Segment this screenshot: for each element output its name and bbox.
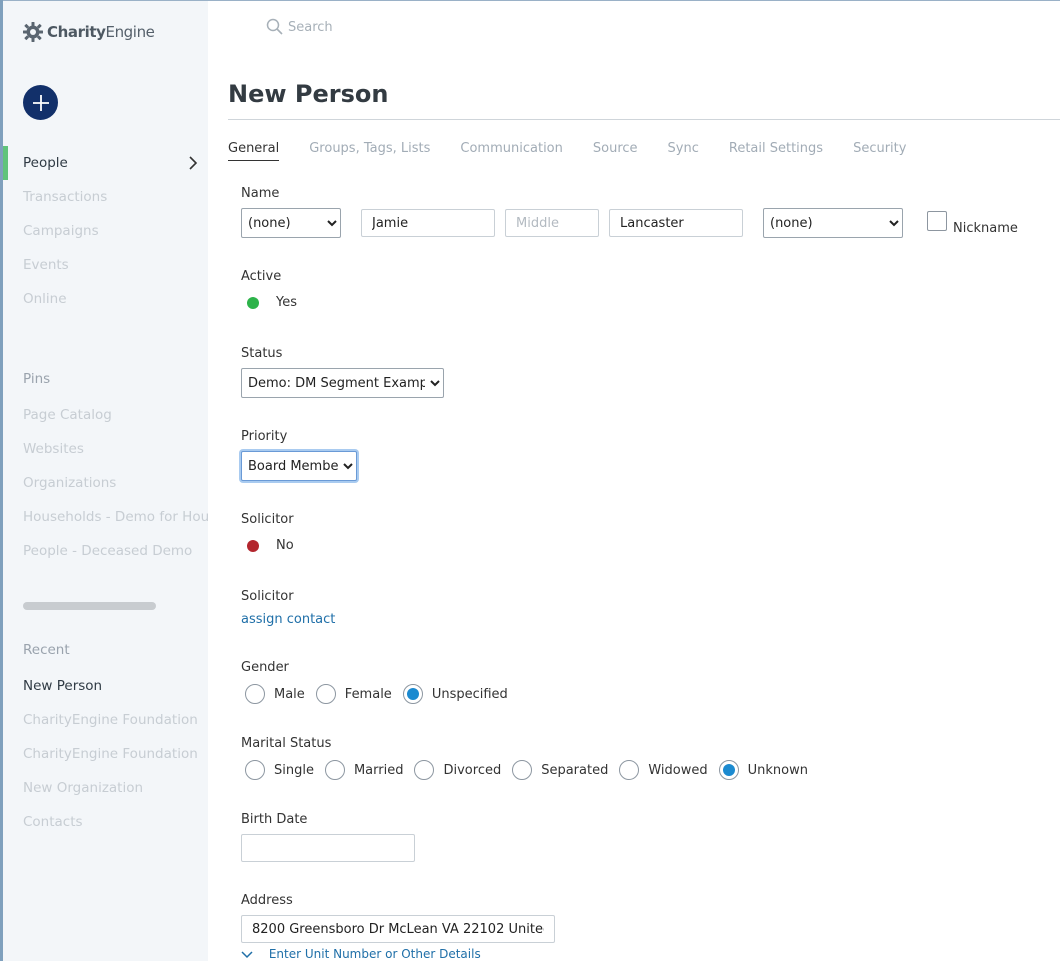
marital-option-married[interactable]: Married [324,760,404,780]
radio-label: Divorced [443,762,502,778]
global-search[interactable] [266,18,488,36]
tab-security[interactable]: Security [853,141,906,161]
tab-communication[interactable]: Communication [460,141,562,161]
solicitor-label: Solicitor [241,512,294,527]
tab-groups-tags-lists[interactable]: Groups, Tags, Lists [309,141,430,161]
nickname-label: Nickname [953,221,1018,236]
active-item-indicator [3,146,8,180]
radio-circle[interactable] [324,760,345,780]
pin-item-households[interactable]: Households - Demo for Households [23,509,208,525]
tab-source[interactable]: Source [593,141,638,161]
radio-circle[interactable] [414,760,435,780]
sidebar-item-transactions[interactable]: Transactions [23,189,107,205]
sidebar-item-campaigns[interactable]: Campaigns [23,223,99,239]
sidebar-item-people[interactable]: People [23,155,68,171]
birth-date-field[interactable] [241,834,415,862]
marital-status-label: Marital Status [241,736,332,751]
marital-radio-group: Single Married Divorced Separated Widowe… [245,760,819,780]
radio-label: Widowed [648,762,708,778]
tab-bar: General Groups, Tags, Lists Communicatio… [228,141,936,161]
expand-address-link[interactable]: Enter Unit Number or Other Details [241,947,481,961]
recent-item-contacts[interactable]: Contacts [23,814,83,830]
radio-circle[interactable] [245,760,265,780]
middle-name-field[interactable] [505,209,599,237]
recent-item-charityengine-foundation[interactable]: CharityEngine Foundation [23,712,198,728]
gender-label: Gender [241,660,289,675]
pin-item-page-catalog[interactable]: Page Catalog [23,407,112,423]
solicitor-status-dot [247,540,259,552]
first-name-field[interactable] [361,209,495,237]
brand-logo[interactable]: CharityEngine [22,21,155,43]
solicitor-value[interactable]: No [276,538,294,553]
add-new-button[interactable] [23,85,58,120]
radio-circle[interactable] [718,760,739,780]
last-name-field[interactable] [609,209,743,237]
assign-contact-link[interactable]: assign contact [241,612,335,627]
priority-label: Priority [241,429,288,444]
active-status-dot [247,297,259,309]
radio-label: Unknown [747,762,808,778]
marital-option-divorced[interactable]: Divorced [414,760,501,780]
radio-circle[interactable] [512,760,533,780]
status-select[interactable]: Demo: DM Segment Example [241,368,444,398]
radio-label: Female [344,686,392,702]
search-icon [266,18,283,35]
nickname-checkbox[interactable] [927,211,947,231]
recent-item-charityengine-foundation-2[interactable]: CharityEngine Foundation [23,746,198,762]
sidebar-item-online[interactable]: Online [23,291,67,307]
address-label: Address [241,893,293,908]
pin-item-people-deceased[interactable]: People - Deceased Demo [23,543,192,559]
marital-option-widowed[interactable]: Widowed [619,760,708,780]
name-suffix-select[interactable]: (none) [763,208,903,238]
solicitor-contact-label: Solicitor [241,589,294,604]
brand-name: CharityEngine [47,23,155,41]
marital-option-single[interactable]: Single [245,760,314,780]
recent-item-new-person[interactable]: New Person [23,678,102,694]
radio-label: Separated [541,762,609,778]
address-field[interactable] [241,915,555,943]
plus-icon [32,94,49,111]
radio-label: Male [274,686,305,702]
gender-option-unspecified[interactable]: Unspecified [402,684,508,704]
active-label: Active [241,269,282,284]
radio-circle[interactable] [619,760,640,780]
chevron-down-icon [241,950,253,958]
radio-circle[interactable] [315,684,336,704]
gender-option-male[interactable]: Male [245,684,305,704]
birth-date-label: Birth Date [241,812,308,827]
search-input[interactable] [288,19,488,35]
pins-heading: Pins [23,371,51,387]
pin-item-websites[interactable]: Websites [23,441,84,457]
page-title: New Person [228,80,389,108]
active-value[interactable]: Yes [276,295,297,310]
gender-radio-group: Male Female Unspecified [245,684,519,704]
pin-item-organizations[interactable]: Organizations [23,475,116,491]
radio-circle[interactable] [245,684,265,704]
radio-label: Single [274,762,314,778]
title-divider [228,119,1060,120]
recent-heading: Recent [23,642,70,658]
radio-label: Married [353,762,404,778]
priority-select[interactable]: Board Member [241,451,357,481]
marital-option-unknown[interactable]: Unknown [718,760,808,780]
tab-general[interactable]: General [228,141,280,161]
sidebar: CharityEngine People Transactions Campai… [3,1,208,961]
tab-sync[interactable]: Sync [668,141,699,161]
gear-logo-icon [23,22,43,42]
radio-circle[interactable] [402,684,423,704]
name-prefix-select[interactable]: (none) [241,208,341,238]
expand-address-label: Enter Unit Number or Other Details [268,947,481,961]
marital-option-separated[interactable]: Separated [512,760,608,780]
sidebar-scrollbar[interactable] [23,602,156,610]
sidebar-item-events[interactable]: Events [23,257,69,273]
radio-label: Unspecified [431,686,508,702]
tab-retail-settings[interactable]: Retail Settings [729,141,823,161]
gender-option-female[interactable]: Female [315,684,392,704]
status-label: Status [241,346,283,361]
recent-item-new-organization[interactable]: New Organization [23,780,143,796]
chevron-right-icon[interactable] [188,156,198,170]
name-label: Name [241,186,280,201]
